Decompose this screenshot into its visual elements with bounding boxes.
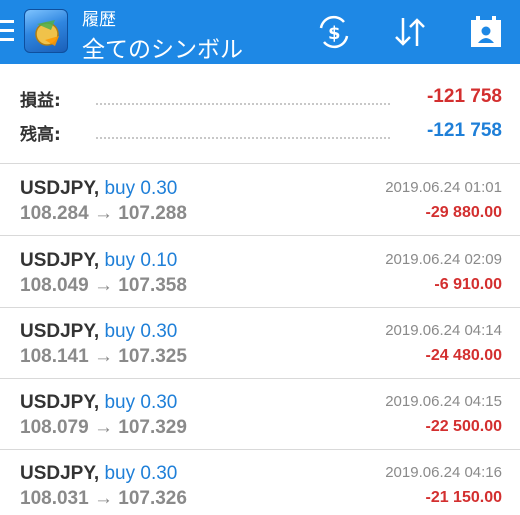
open-price: 108.031 xyxy=(20,488,89,509)
trade-side: buy 0.30 xyxy=(104,321,178,342)
trade-side: buy 0.10 xyxy=(104,250,178,271)
trade-side: buy 0.30 xyxy=(104,392,178,413)
svg-text:$: $ xyxy=(328,23,341,44)
arrow-icon: → xyxy=(93,417,113,438)
balance-value: -121 758 xyxy=(426,120,502,141)
app-logo-icon xyxy=(24,9,68,53)
open-price: 108.049 xyxy=(20,275,89,296)
profit-label: 損益: xyxy=(20,91,61,111)
trade-time: 2019.06.24 01:01 xyxy=(385,179,502,196)
close-price: 107.326 xyxy=(118,488,187,509)
close-price: 107.288 xyxy=(118,203,187,224)
profit-value: -121 758 xyxy=(426,86,502,107)
trade-row[interactable]: USDJPY, buy 0.30 108.284 → 107.288 2019.… xyxy=(0,165,520,236)
trade-time: 2019.06.24 04:14 xyxy=(385,322,502,339)
arrow-icon: → xyxy=(93,275,113,296)
trade-symbol: USDJPY, xyxy=(20,463,100,484)
trade-symbol: USDJPY, xyxy=(20,321,100,342)
trade-profit: -24 480.00 xyxy=(425,347,502,364)
period-calendar-icon[interactable] xyxy=(468,14,504,50)
menu-icon[interactable] xyxy=(0,20,14,42)
trade-row[interactable]: USDJPY, buy 0.30 108.031 → 107.326 2019.… xyxy=(0,450,520,515)
dotted-leader xyxy=(96,137,390,139)
dotted-leader xyxy=(96,103,390,105)
trade-side: buy 0.30 xyxy=(104,178,178,199)
trade-symbol: USDJPY, xyxy=(20,178,100,199)
trade-time: 2019.06.24 02:09 xyxy=(385,251,502,268)
open-price: 108.079 xyxy=(20,417,89,438)
trade-time: 2019.06.24 04:16 xyxy=(385,464,502,481)
trade-profit: -6 910.00 xyxy=(434,276,502,293)
close-price: 107.358 xyxy=(118,275,187,296)
sort-icon[interactable] xyxy=(392,14,428,50)
arrow-icon: → xyxy=(93,488,113,509)
trade-side: buy 0.30 xyxy=(104,463,178,484)
trade-profit: -22 500.00 xyxy=(425,418,502,435)
close-price: 107.329 xyxy=(118,417,187,438)
trade-row[interactable]: USDJPY, buy 0.30 108.079 → 107.329 2019.… xyxy=(0,379,520,450)
balance-label: 残高: xyxy=(20,125,61,145)
trade-symbol: USDJPY, xyxy=(20,392,100,413)
trade-time: 2019.06.24 04:15 xyxy=(385,393,502,410)
trade-row[interactable]: USDJPY, buy 0.30 108.141 → 107.325 2019.… xyxy=(0,308,520,379)
trade-profit: -21 150.00 xyxy=(425,489,502,506)
app-bar: 履歴 全てのシンボル $ xyxy=(0,0,520,64)
trade-profit: -29 880.00 xyxy=(425,204,502,221)
currency-exchange-icon[interactable]: $ xyxy=(316,14,352,50)
close-price: 107.325 xyxy=(118,346,187,367)
arrow-icon: → xyxy=(93,346,113,367)
trade-symbol: USDJPY, xyxy=(20,250,100,271)
trade-row[interactable]: USDJPY, buy 0.10 108.049 → 107.358 2019.… xyxy=(0,237,520,308)
profit-row: 損益: -121 758 xyxy=(0,86,520,116)
symbol-filter-title[interactable]: 全てのシンボル xyxy=(82,30,243,64)
open-price: 108.284 xyxy=(20,203,89,224)
balance-row: 残高: -121 758 xyxy=(0,120,520,150)
page-subtitle: 履歴 xyxy=(82,10,116,30)
open-price: 108.141 xyxy=(20,346,89,367)
summary-panel: 損益: -121 758 残高: -121 758 xyxy=(0,64,520,164)
arrow-icon: → xyxy=(93,203,113,224)
